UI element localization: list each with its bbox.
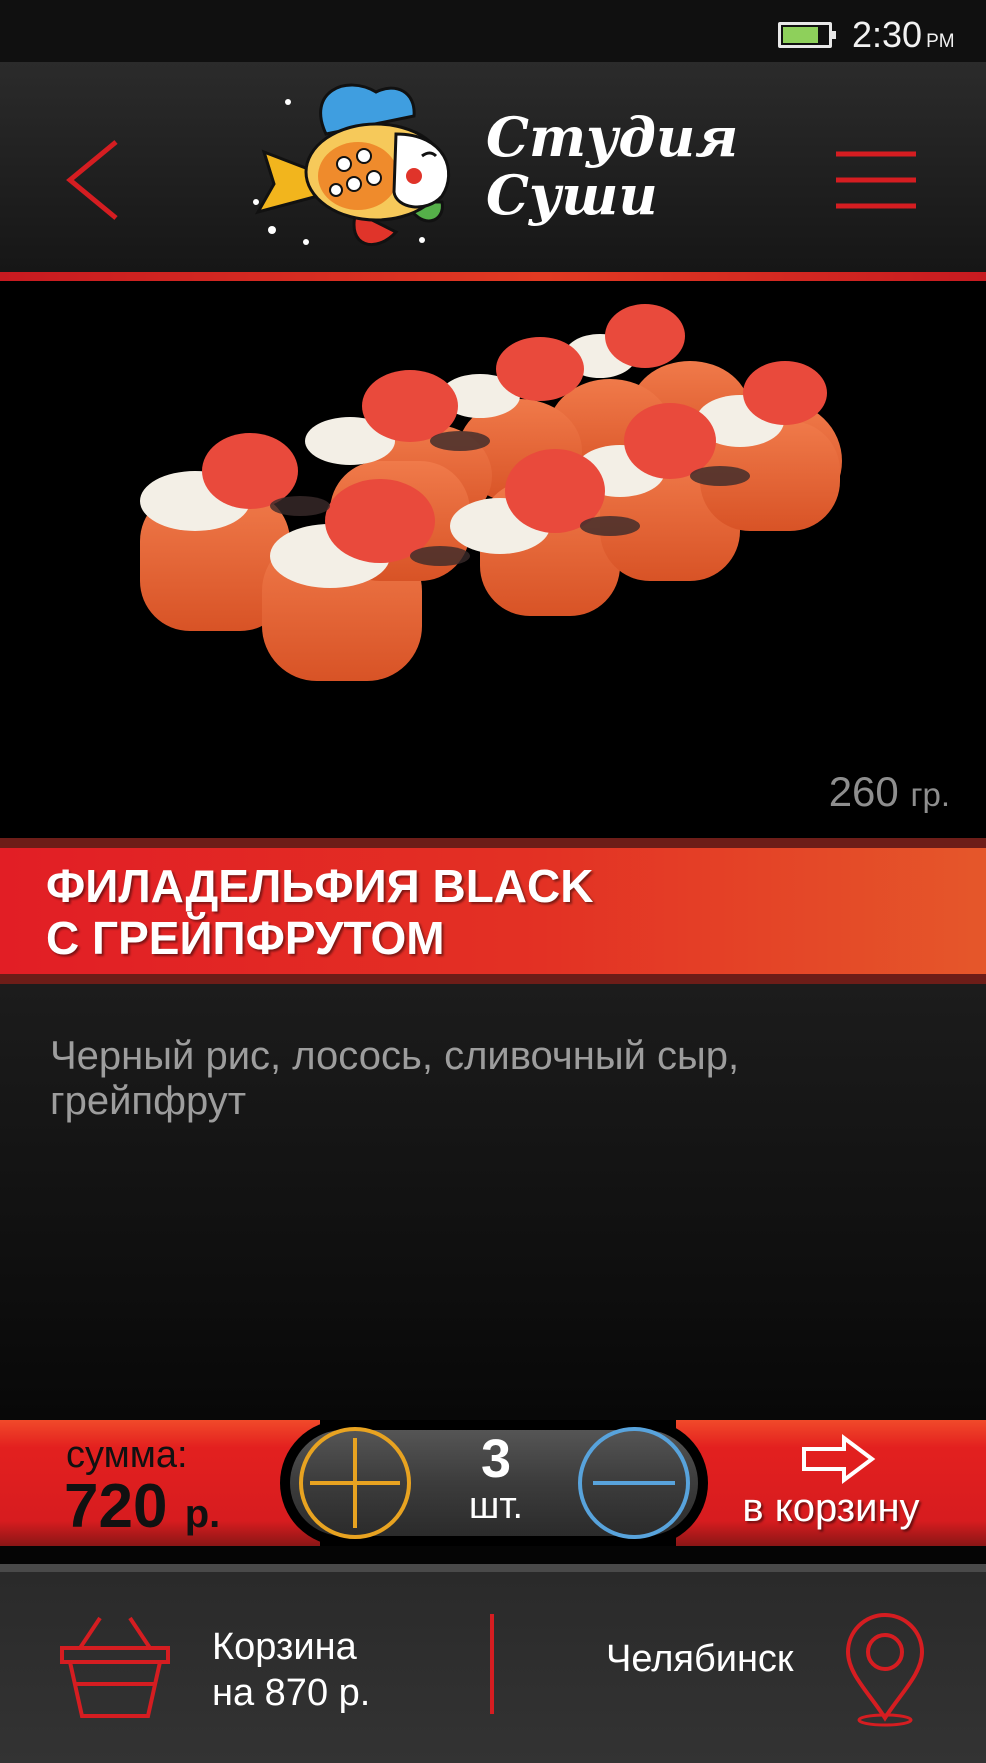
sum-box: сумма: 720 р. [0, 1420, 320, 1546]
nav-divider [490, 1614, 494, 1714]
hamburger-menu-icon [836, 151, 916, 209]
description-area: Черный рис, лосось, сливочный сыр, грейп… [0, 984, 986, 1420]
status-bar: 2:30 PM [0, 0, 986, 62]
sum-amount: 720 [64, 1472, 168, 1541]
sushi-rolls-image [140, 304, 842, 681]
brand-name-line1: Студия [486, 105, 739, 169]
basket-icon [60, 1616, 170, 1718]
right-arrow-icon [802, 1434, 876, 1484]
weight-value: 260 [828, 768, 899, 815]
battery-icon [778, 22, 836, 48]
add-to-cart-label: в корзину [742, 1486, 920, 1530]
sum-currency: р. [184, 1492, 221, 1536]
header-accent-line [0, 272, 986, 281]
plus-icon [299, 1427, 411, 1539]
sum-value: 720 р. [64, 1474, 220, 1547]
sum-label: сумма: [66, 1434, 188, 1476]
product-title-bg: ФИЛАДЕЛЬФИЯ BLACK С ГРЕЙПФРУТОМ [0, 848, 986, 974]
battery-level [783, 27, 818, 43]
back-arrow-icon [66, 140, 118, 220]
product-weight: 260 гр. [829, 768, 950, 816]
decrease-quantity-button[interactable] [577, 1426, 691, 1540]
quantity-display: 3 шт. [444, 1429, 548, 1527]
city-name: Челябинск [606, 1638, 794, 1680]
brand-name: Студия Суши [486, 108, 738, 224]
minus-icon [578, 1427, 690, 1539]
product-title-line2: С ГРЕЙПФРУТОМ [46, 912, 445, 964]
product-title-band: ФИЛАДЕЛЬФИЯ BLACK С ГРЕЙПФРУТОМ [0, 838, 986, 984]
brand-name-line2: Суши [486, 163, 658, 227]
add-to-cart-button[interactable]: в корзину [676, 1420, 986, 1546]
product-title-line1: ФИЛАДЕЛЬФИЯ BLACK [46, 860, 594, 912]
clock: 2:30 PM [852, 14, 955, 56]
cart-nav-button[interactable]: Корзина на 870 р. [50, 1592, 410, 1742]
product-title: ФИЛАДЕЛЬФИЯ BLACK С ГРЕЙПФРУТОМ [46, 860, 906, 964]
cart-summary: Корзина на 870 р. [212, 1624, 370, 1716]
bottom-navigation: Корзина на 870 р. Челябинск [0, 1572, 986, 1763]
location-pin-icon [845, 1613, 925, 1727]
clock-ampm: PM [926, 31, 955, 52]
product-photo: 260 гр. [0, 281, 986, 838]
back-button[interactable] [54, 130, 134, 230]
fish-logo-icon [253, 83, 451, 247]
cart-summary-line1: Корзина [212, 1626, 357, 1668]
product-description: Черный рис, лосось, сливочный сыр, грейп… [50, 1034, 740, 1123]
weight-unit: гр. [910, 776, 950, 813]
clock-time: 2:30 [852, 14, 923, 55]
city-selector[interactable]: Челябинск [590, 1592, 950, 1742]
menu-button[interactable] [828, 140, 924, 220]
brand-logo[interactable]: Студия Суши [246, 72, 738, 262]
increase-quantity-button[interactable] [298, 1426, 412, 1540]
quantity-unit: шт. [468, 1485, 524, 1527]
cart-summary-line2: на 870 р. [212, 1672, 371, 1714]
bottom-separator [0, 1546, 986, 1572]
quantity-value: 3 [480, 1429, 512, 1489]
